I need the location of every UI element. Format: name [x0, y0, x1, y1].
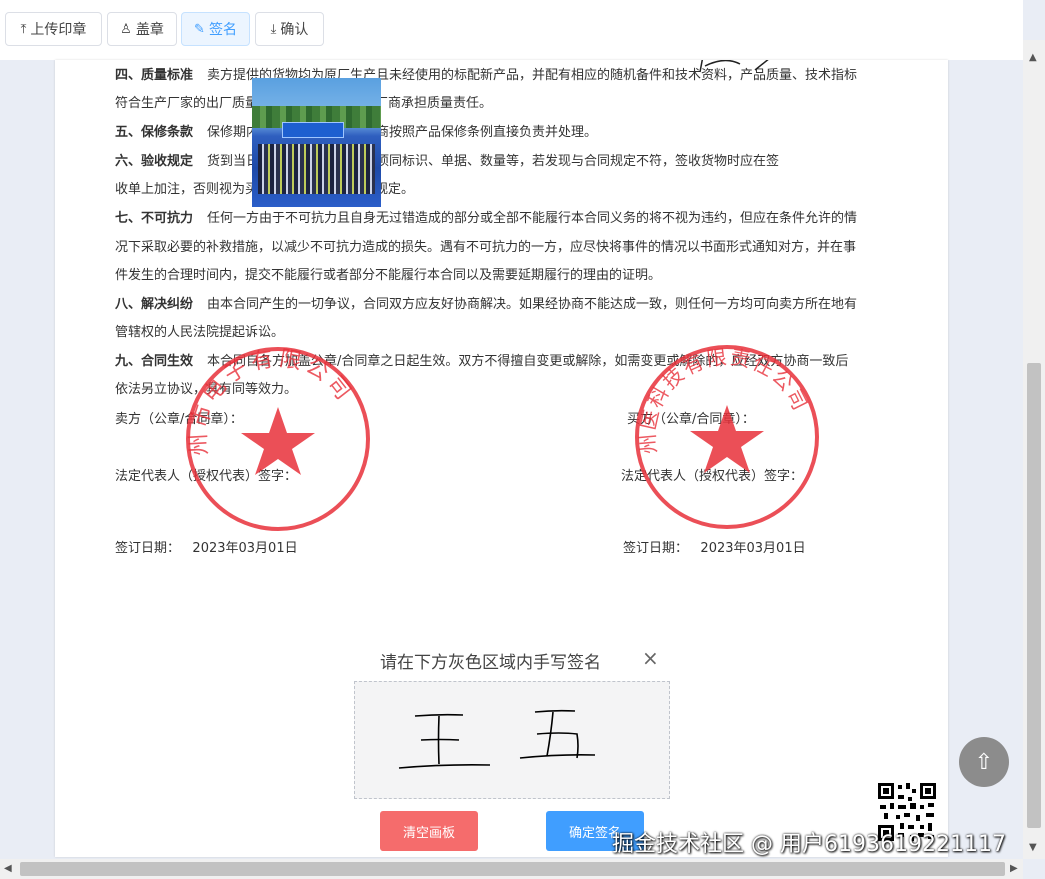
upload-icon: ⤒ [20, 21, 27, 37]
seller-date: 签订日期： 2023年03月01日 [115, 541, 298, 556]
event-photo [252, 78, 381, 207]
contract-line: 管辖权的人民法院提起诉讼。 [115, 325, 285, 340]
scroll-right-icon[interactable]: ▶ [1010, 863, 1018, 874]
buyer-seal: 州医科技有限责任公司 [635, 344, 819, 529]
confirm-button[interactable]: ⤓ 确认 [255, 12, 324, 46]
scroll-left-icon[interactable]: ◀ [4, 863, 12, 874]
back-to-top-button[interactable]: ⇧ [959, 737, 1009, 787]
upload-stamp-label: 上传印章 [30, 22, 87, 38]
download-icon: ⤓ [270, 21, 277, 37]
clear-canvas-button[interactable]: 清空画板 [380, 811, 478, 851]
user-icon: ♙ [120, 21, 132, 37]
sign-label: 签名 [208, 22, 237, 38]
signature-pad[interactable] [354, 681, 670, 799]
signature-dialog-title: 请在下方灰色区域内手写签名 [380, 653, 601, 673]
confirm-label: 确认 [280, 22, 309, 38]
sign-button[interactable]: ✎ 签名 [181, 12, 250, 46]
scroll-up-icon[interactable]: ▲ [1029, 52, 1037, 63]
contract-line: 六、验收规定 货到当日，买方应检查产品各项同标识、单据、数量等，若发现与合同规定不… [115, 154, 780, 169]
scroll-down-icon[interactable]: ▼ [1029, 842, 1037, 853]
seller-seal: 州市电子有限公司 [186, 346, 370, 531]
stamp-label: 盖章 [135, 22, 164, 38]
buyer-date: 签订日期： 2023年03月01日 [623, 541, 806, 556]
horizontal-scrollbar[interactable]: ◀ ▶ [0, 859, 1023, 879]
contract-line: 件发生的合理时间内，提交不能履行或者部分不能履行本合同以及需要延期履行的理由的证… [115, 268, 662, 283]
edit-icon: ✎ [194, 21, 205, 37]
arrow-up-icon: ⇧ [974, 749, 994, 775]
watermark: 掘金技术社区 @ 用户6193619221117 [612, 832, 1006, 857]
contract-line: 七、不可抗力 任何一方由于不可抗力且自身无过错造成的部分或全部不能履行本合同义务的… [115, 211, 858, 226]
vertical-scrollbar[interactable]: ▲ ▼ [1023, 40, 1045, 859]
horizontal-scroll-thumb[interactable] [20, 862, 1005, 876]
toolbar: ⤒ 上传印章 ♙ 盖章 ✎ 签名 ⤓ 确认 [0, 0, 1023, 60]
upload-stamp-button[interactable]: ⤒ 上传印章 [5, 12, 102, 46]
contract-line: 八、解决纠纷 由本合同产生的一切争议，合同双方应友好协商解决。如果经协商不能达成一… [115, 297, 858, 312]
contract-line: 况下采取必要的补救措施，以减少不可抗力造成的损失。遇有不可抗力的一方，应尽快将事… [115, 240, 857, 255]
pen-mark [699, 60, 769, 73]
stamp-button[interactable]: ♙ 盖章 [107, 12, 177, 46]
close-icon[interactable]: × [642, 646, 659, 670]
handwritten-signature [398, 709, 596, 769]
vertical-scroll-thumb[interactable] [1027, 363, 1041, 828]
